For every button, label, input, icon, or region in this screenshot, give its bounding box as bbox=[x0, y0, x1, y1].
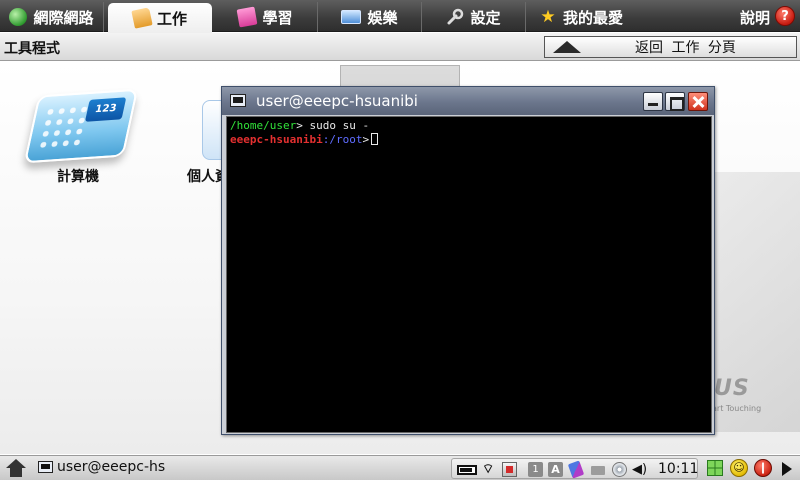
tab-learning[interactable]: 學習 bbox=[214, 2, 318, 32]
prompt-path: :/root bbox=[322, 133, 363, 146]
disc-icon[interactable] bbox=[612, 462, 627, 477]
tab-work[interactable]: 工作 bbox=[108, 3, 212, 33]
help-button[interactable]: ? bbox=[775, 6, 795, 26]
prompt-suffix: > bbox=[296, 119, 310, 132]
keyboard-icon[interactable] bbox=[591, 466, 605, 475]
maximize-button[interactable] bbox=[665, 92, 685, 111]
back-button-label: 返回 工作 分頁 bbox=[635, 40, 736, 56]
book-icon bbox=[237, 6, 258, 28]
category-bar: 工具程式 返回 工作 分頁 bbox=[0, 33, 800, 61]
grid-icon[interactable] bbox=[707, 460, 723, 476]
window-titlebar[interactable]: user@eeepc-hsuanibi bbox=[222, 87, 714, 115]
background-tagline: art Touching bbox=[712, 404, 762, 413]
folder-icon bbox=[131, 7, 153, 29]
terminal-window[interactable]: user@eeepc-hsuanibi /home/user> sudo su … bbox=[221, 86, 715, 435]
terminal-icon bbox=[230, 94, 246, 107]
background-logo: US bbox=[714, 376, 750, 401]
home-icon[interactable] bbox=[6, 459, 26, 477]
prompt-suffix: > bbox=[362, 133, 370, 146]
input-method-icon[interactable]: A bbox=[548, 462, 563, 477]
globe-icon bbox=[9, 8, 28, 26]
calculator-icon: 123 bbox=[23, 88, 139, 164]
typed-command: sudo su - bbox=[309, 119, 370, 132]
system-tray: ⌔ 1 A ◀) 10:11 bbox=[451, 458, 698, 479]
help-label[interactable]: 說明 bbox=[740, 7, 770, 28]
tab-settings[interactable]: 設定 bbox=[422, 2, 526, 32]
top-tab-bar: 網際網路 工作 學習 娛樂 設定 ★ 我的最愛 說明 ? bbox=[0, 0, 800, 33]
taskbar-window-item[interactable]: user@eeepc-hs bbox=[38, 459, 165, 475]
network-icon[interactable] bbox=[502, 462, 517, 477]
minimize-button[interactable] bbox=[643, 92, 663, 111]
tab-favorites[interactable]: ★ 我的最愛 bbox=[526, 2, 636, 32]
tab-internet[interactable]: 網際網路 bbox=[0, 2, 104, 32]
tab-label: 網際網路 bbox=[33, 8, 94, 27]
text-cursor bbox=[371, 133, 379, 145]
prompt-path: /home/user bbox=[230, 119, 297, 132]
tab-label: 設定 bbox=[470, 8, 501, 27]
category-title: 工具程式 bbox=[4, 41, 60, 57]
prompt-host: eeepc-hsuanibi bbox=[230, 133, 323, 146]
pen-icon[interactable] bbox=[567, 460, 585, 479]
calculator-keys bbox=[36, 103, 91, 151]
tab-label: 學習 bbox=[262, 8, 293, 27]
volume-icon[interactable]: ◀) bbox=[632, 462, 647, 477]
keyboard-layout-icon[interactable]: 1 bbox=[528, 462, 543, 477]
up-arrow-icon bbox=[553, 41, 581, 53]
media-icon bbox=[341, 10, 362, 24]
clock[interactable]: 10:11 bbox=[658, 461, 698, 477]
terminal-icon bbox=[38, 461, 53, 473]
battery-icon[interactable] bbox=[457, 465, 477, 475]
tab-label: 工作 bbox=[156, 9, 187, 28]
app-calculator[interactable]: 123 計算機 bbox=[0, 62, 160, 192]
terminal-line: /home/user> sudo su - bbox=[230, 119, 708, 133]
tab-entertainment[interactable]: 娛樂 bbox=[318, 2, 422, 32]
tab-label: 娛樂 bbox=[367, 8, 398, 27]
back-to-work-button[interactable]: 返回 工作 分頁 bbox=[544, 36, 797, 58]
star-icon: ★ bbox=[540, 7, 556, 27]
app-label: 計算機 bbox=[57, 169, 99, 185]
close-button[interactable] bbox=[688, 92, 708, 111]
terminal-line: eeepc-hsuanibi:/root> bbox=[230, 133, 708, 147]
terminal-output[interactable]: /home/user> sudo su - eeepc-hsuanibi:/ro… bbox=[226, 116, 712, 433]
power-icon[interactable]: ❙ bbox=[754, 459, 772, 477]
calculator-screen: 123 bbox=[84, 97, 127, 122]
tab-label: 我的最愛 bbox=[562, 8, 623, 27]
window-title: user@eeepc-hsuanibi bbox=[256, 92, 418, 110]
taskbar: user@eeepc-hs ⌔ 1 A ◀) 10:11 ☺ ❙ bbox=[0, 455, 800, 480]
wifi-icon[interactable]: ⌔ bbox=[482, 462, 497, 477]
wrench-icon bbox=[447, 8, 464, 25]
expand-arrow-icon[interactable] bbox=[782, 462, 792, 476]
taskbar-window-label: user@eeepc-hs bbox=[57, 459, 166, 475]
smiley-icon[interactable]: ☺ bbox=[730, 459, 748, 477]
